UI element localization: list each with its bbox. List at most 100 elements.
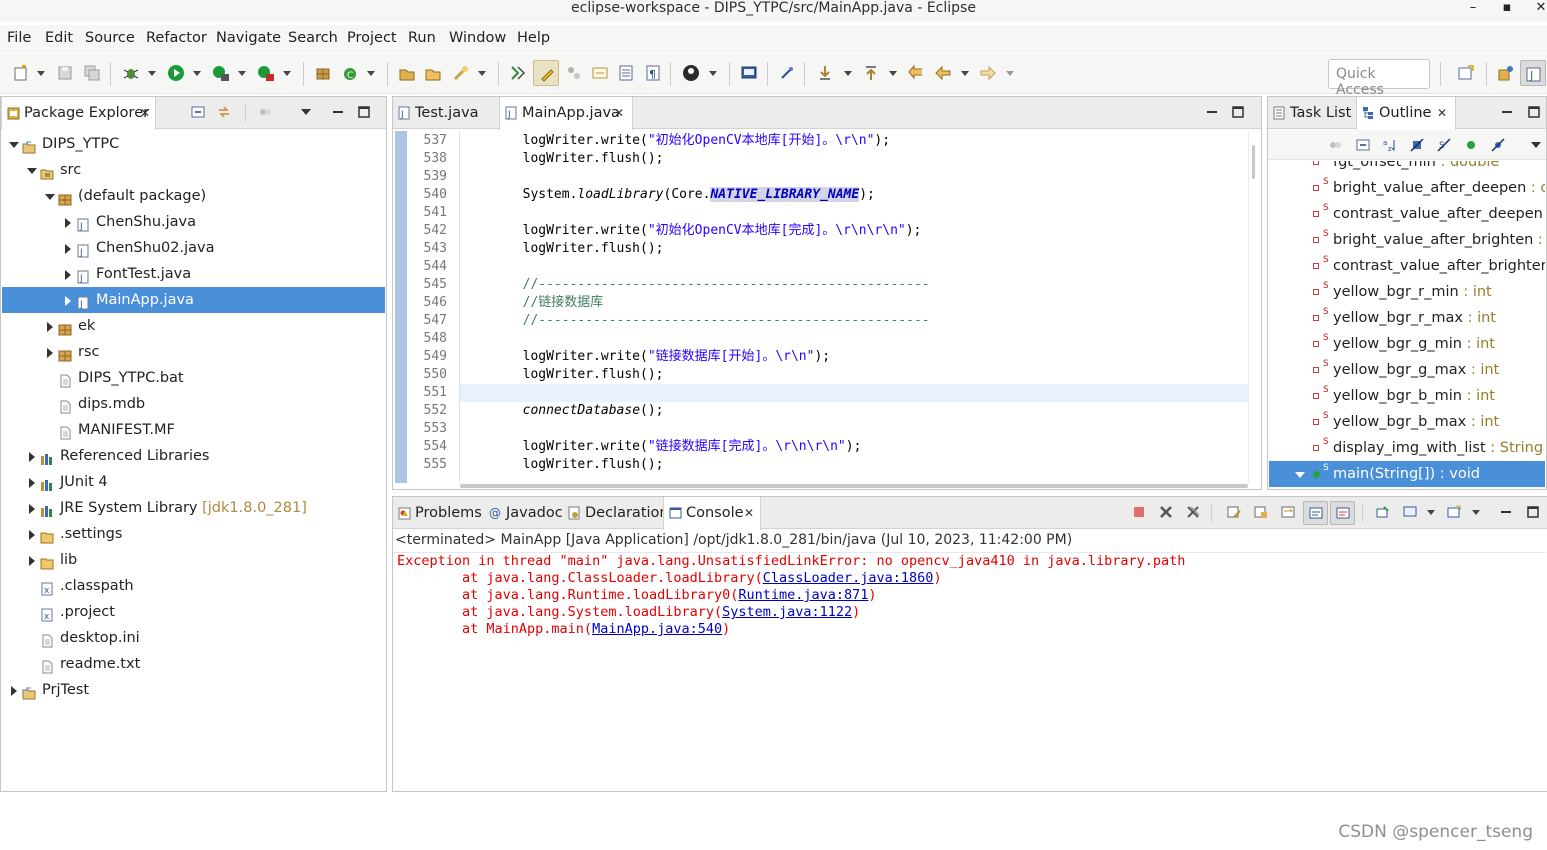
new-icon[interactable] <box>12 64 30 82</box>
menu-navigate[interactable]: Navigate <box>216 30 281 46</box>
close-tab-icon[interactable]: ✕ <box>140 97 150 129</box>
focus-on-task-icon[interactable] <box>258 105 272 119</box>
outline-item[interactable]: Scontrast_value_after_brighten : d <box>1269 253 1545 279</box>
tree-item[interactable]: ek <box>2 313 385 339</box>
expanded-arrow-icon[interactable] <box>9 142 19 148</box>
quick-access-input[interactable]: Quick Access <box>1328 59 1430 98</box>
maximize-view-icon[interactable] <box>1526 505 1540 519</box>
external-tools-icon[interactable] <box>257 64 275 82</box>
terminal-icon[interactable] <box>740 64 758 82</box>
expanded-arrow-icon[interactable] <box>1295 472 1305 478</box>
open-console-icon[interactable] <box>1447 505 1461 519</box>
close-tab-icon[interactable]: ✕ <box>614 97 624 129</box>
coverage-dropdown-icon[interactable] <box>238 71 246 76</box>
collapsed-arrow-icon[interactable] <box>65 270 71 280</box>
toggle-mark-occurrences-button[interactable] <box>533 60 559 86</box>
last-edit-location-icon[interactable] <box>907 64 925 82</box>
new-class-dropdown-icon[interactable] <box>367 71 375 76</box>
tab-outline[interactable]: Outline ✕ <box>1356 97 1456 130</box>
next-annotation-icon[interactable] <box>816 64 834 82</box>
menu-file[interactable]: File <box>7 30 31 46</box>
tree-item[interactable]: J ChenShu02.java <box>2 235 385 261</box>
menu-edit[interactable]: Edit <box>45 30 73 46</box>
next-annotation-dropdown-icon[interactable] <box>844 71 852 76</box>
debug-icon[interactable] <box>122 64 140 82</box>
outline-item[interactable]: Syellow_bgr_b_min : int <box>1269 383 1545 409</box>
scroll-lock-icon[interactable] <box>1254 505 1268 519</box>
minimize-button[interactable]: – <box>1463 0 1483 18</box>
outline-item[interactable]: Sfgt_offset_min : double <box>1269 161 1545 175</box>
tree-item[interactable]: src <box>2 157 385 183</box>
open-console-dropdown-icon[interactable] <box>1472 510 1480 515</box>
tree-item[interactable]: x .classpath <box>2 573 385 599</box>
menu-refactor[interactable]: Refactor <box>146 30 207 46</box>
tree-item[interactable]: JRE System Library [jdk1.8.0_281] <box>2 495 385 521</box>
toggle-breadcrumb-icon[interactable] <box>509 64 527 82</box>
toggle-block-selection-icon[interactable] <box>565 64 583 82</box>
tab-problems[interactable]: Problems <box>393 497 483 529</box>
tab-test-java[interactable]: J Test.java <box>393 97 499 129</box>
collapsed-arrow-icon[interactable] <box>65 296 71 306</box>
expanded-arrow-icon[interactable] <box>27 168 37 174</box>
show-console-on-stderr-button[interactable] <box>1330 501 1355 525</box>
tab-mainapp-java[interactable]: J MainApp.java ✕ <box>499 97 633 130</box>
stacktrace-link[interactable]: System.java:1122 <box>722 604 852 620</box>
tree-item[interactable]: readme.txt <box>2 651 385 677</box>
outline-item[interactable]: Scontrast_value_after_deepen : do <box>1269 201 1545 227</box>
user-dropdown-icon[interactable] <box>709 71 717 76</box>
menu-window[interactable]: Window <box>449 30 506 46</box>
collapsed-arrow-icon[interactable] <box>65 244 71 254</box>
save-all-icon[interactable] <box>83 64 101 82</box>
tab-package-explorer[interactable]: Package Explorer ✕ <box>1 97 156 130</box>
outline-item[interactable]: Syellow_bgr_b_max : int <box>1269 409 1545 435</box>
word-wrap-icon[interactable] <box>617 64 635 82</box>
user-icon[interactable] <box>682 64 700 82</box>
new-dropdown-icon[interactable] <box>37 71 45 76</box>
new-java-package-icon[interactable] <box>314 64 332 82</box>
external-tools-dropdown-icon[interactable] <box>283 71 291 76</box>
code-area[interactable]: logWriter.write("初始化OpenCV本地库[开始]。\r\n")… <box>460 131 1248 483</box>
collapsed-arrow-icon[interactable] <box>65 218 71 228</box>
outline-item[interactable]: Smain(String[]) : void <box>1269 461 1545 487</box>
tree-item[interactable]: DIPS_YTPC <box>2 131 385 157</box>
collapsed-arrow-icon[interactable] <box>29 556 35 566</box>
collapsed-arrow-icon[interactable] <box>47 348 53 358</box>
tab-declaration[interactable]: Declaration <box>563 497 669 529</box>
run-icon[interactable] <box>167 64 185 82</box>
minimize-view-icon[interactable] <box>331 105 345 119</box>
tree-item[interactable]: DIPS_YTPC.bat <box>2 365 385 391</box>
collapsed-arrow-icon[interactable] <box>29 504 35 514</box>
pin-console-icon[interactable] <box>1376 505 1390 519</box>
minimize-view-icon[interactable] <box>1500 105 1514 119</box>
collapsed-arrow-icon[interactable] <box>47 322 53 332</box>
collapsed-arrow-icon[interactable] <box>29 478 35 488</box>
tree-item[interactable]: JUnit 4 <box>2 469 385 495</box>
hide-static-icon[interactable]: S <box>1437 138 1451 152</box>
collapse-all-icon[interactable] <box>1356 138 1370 152</box>
minimize-view-icon[interactable] <box>1499 505 1513 519</box>
hide-local-types-icon[interactable] <box>1491 138 1505 152</box>
close-window-button[interactable]: ✕ <box>1531 0 1547 18</box>
tree-item[interactable]: J ChenShu.java <box>2 209 385 235</box>
outline-item[interactable]: Sdisplay_img_with_list : String <box>1269 435 1545 461</box>
vertical-scrollbar-thumb[interactable] <box>1252 145 1255 179</box>
back-dropdown-icon[interactable] <box>961 71 969 76</box>
tree-item[interactable]: J FontTest.java <box>2 261 385 287</box>
search-icon[interactable] <box>452 64 470 82</box>
stacktrace-link[interactable]: MainApp.java:540 <box>592 621 722 637</box>
tab-javadoc[interactable]: @ Javadoc <box>484 497 563 529</box>
menu-run[interactable]: Run <box>408 30 436 46</box>
tree-item[interactable]: desktop.ini <box>2 625 385 651</box>
run-dropdown-icon[interactable] <box>193 71 201 76</box>
outline-item[interactable]: Syellow_bgr_g_min : int <box>1269 331 1545 357</box>
forward-dropdown-icon[interactable] <box>1006 71 1014 76</box>
close-tab-icon[interactable]: ✕ <box>1437 97 1447 129</box>
view-menu-icon[interactable] <box>299 105 313 119</box>
focus-on-task-icon[interactable] <box>1328 138 1342 152</box>
outline-item[interactable]: Sbright_value_after_brighten : dou <box>1269 227 1545 253</box>
collapse-all-icon[interactable] <box>191 105 205 119</box>
stacktrace-link[interactable]: Runtime.java:871 <box>738 587 868 603</box>
menu-source[interactable]: Source <box>85 30 135 46</box>
stacktrace-link[interactable]: ClassLoader.java:1860 <box>763 570 934 586</box>
horizontal-scrollbar[interactable] <box>460 483 1248 489</box>
